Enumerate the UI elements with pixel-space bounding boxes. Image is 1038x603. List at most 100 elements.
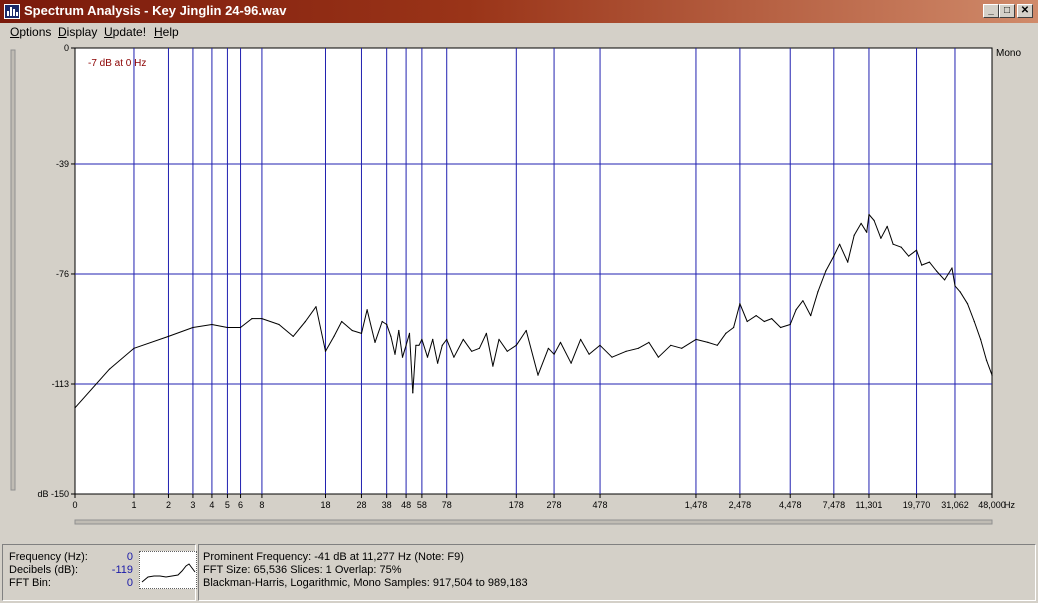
spectrum-point <box>739 303 741 305</box>
x-tick-label: 31,062 <box>941 500 969 510</box>
vertical-zoom-slider[interactable] <box>10 49 16 491</box>
spectrum-point <box>771 318 773 320</box>
spectrum-app-icon[interactable] <box>4 4 20 19</box>
spectrum-point <box>390 335 392 337</box>
spectrum-point <box>478 347 480 349</box>
spectrum-point <box>211 323 213 326</box>
x-tick-label: 2 <box>166 500 171 510</box>
spectrum-point <box>485 332 487 334</box>
spectrum-point <box>415 344 417 346</box>
spectrum-point <box>304 320 306 323</box>
window-title: Spectrum Analysis - Key Jinglin 24-96.wa… <box>24 3 287 18</box>
x-tick-label: 19,770 <box>903 500 931 510</box>
spectrum-point <box>763 320 765 323</box>
spectrum-point <box>868 213 870 216</box>
spectrum-point <box>492 365 494 367</box>
spectrum-point <box>908 255 910 257</box>
spectrum-point <box>360 332 363 334</box>
spectrum-point <box>900 246 902 248</box>
spectrum-point <box>446 338 448 340</box>
spectrum-point <box>386 323 388 326</box>
menu-update[interactable]: Update! <box>104 25 146 39</box>
spectrum-point <box>553 353 555 355</box>
spectrum-point <box>333 335 335 337</box>
horizontal-scroll-track[interactable] <box>74 519 993 525</box>
x-tick-label: 58 <box>417 500 427 510</box>
spectrum-point <box>588 353 590 355</box>
spectrum-point <box>915 249 918 251</box>
spectrum-point <box>825 270 827 272</box>
spectrum-point <box>880 237 882 239</box>
spectrum-point <box>637 347 639 349</box>
spectrum-point <box>921 264 923 266</box>
fft-bin-label: FFT Bin: <box>9 577 51 589</box>
spectrum-point <box>453 356 455 358</box>
x-tick-label: 3 <box>190 500 195 510</box>
x-tick-label: 8 <box>259 500 264 510</box>
spectrum-point <box>394 353 396 355</box>
spectrum-point <box>506 350 508 352</box>
spectrum-point <box>746 320 748 323</box>
title-bar: Spectrum Analysis - Key Jinglin 24-96.wa… <box>0 0 1038 23</box>
spectrum-point <box>966 303 969 305</box>
x-tick-label: 48 <box>401 500 411 510</box>
y-tick-label: -39 <box>56 159 69 169</box>
spectrum-point <box>366 309 368 311</box>
plot-background <box>74 47 993 495</box>
spectrum-point <box>441 344 443 346</box>
frequency-label: Frequency (Hz): <box>9 551 88 563</box>
spectrum-point <box>802 300 804 302</box>
spectrum-point <box>853 234 855 236</box>
spectrum-point <box>670 344 672 346</box>
spectrum-point <box>657 356 660 358</box>
spectrum-plot-area: 0 -39 -76 -113 dB -150 0 1 2 3 4 5 6 8 18 28 38 48 58 78 17… <box>0 42 1038 540</box>
spectrum-point <box>954 285 956 287</box>
spectrum-point <box>817 291 819 293</box>
spectrum-chart[interactable]: 0-39-76-113dB -1500 1 2 3 4 5 6 8 18 28 38 48 58 78 17… <box>0 42 1038 540</box>
spectrum-point <box>928 261 931 263</box>
spectrum-point <box>74 407 76 409</box>
spectrum-point <box>973 320 975 323</box>
spectrum-point <box>886 225 888 227</box>
mini-spectrum-thumbnail <box>139 551 197 589</box>
x-tick-label: 18 <box>320 500 330 510</box>
spectrum-point <box>980 338 982 340</box>
spectrum-point <box>498 338 500 340</box>
x-tick-label: 178 <box>509 500 524 510</box>
spectrum-point <box>755 315 757 317</box>
spectrum-point <box>991 374 993 376</box>
spectrum-point <box>525 329 527 332</box>
x-tick-label: 7,478 <box>823 500 846 510</box>
spectrum-point <box>580 338 582 340</box>
minimize-button[interactable]: _ <box>983 4 999 18</box>
spectrum-point <box>471 350 473 352</box>
spectrum-point <box>789 323 791 326</box>
spectrum-point <box>570 362 572 364</box>
spectrum-point <box>418 344 420 346</box>
maximize-button[interactable]: □ <box>999 4 1015 18</box>
x-axis-unit-label: Hz <box>1004 500 1015 510</box>
spectrum-point <box>681 347 683 349</box>
spectrum-point <box>707 341 709 343</box>
spectrum-point <box>426 356 429 358</box>
spectrum-point <box>959 291 961 293</box>
menu-display[interactable]: Display <box>58 25 97 39</box>
x-tick-label: 4,478 <box>779 500 802 510</box>
spectrum-point <box>408 332 411 334</box>
fft-info-text: FFT Size: 65,536 Slices: 1 Overlap: 75% <box>203 564 402 576</box>
spectrum-point <box>374 341 376 343</box>
spectrum-point <box>515 344 517 346</box>
menu-options[interactable]: Options <box>10 25 51 39</box>
spectrum-point <box>401 356 404 358</box>
spectrum-point <box>733 326 735 329</box>
prominent-frequency-text: Prominent Frequency: -41 dB at 11,277 Hz… <box>203 551 464 563</box>
frequency-value: 0 <box>126 551 133 563</box>
fft-bin-value: 0 <box>126 577 133 589</box>
spectrum-point <box>432 338 434 340</box>
x-tick-label: 2,478 <box>729 500 752 510</box>
window-info-text: Blackman-Harris, Logarithmic, Mono Sampl… <box>203 577 528 589</box>
close-button[interactable]: ✕ <box>1017 4 1033 18</box>
spectrum-point <box>847 261 849 263</box>
menu-help[interactable]: Help <box>154 25 179 39</box>
spectrum-point <box>192 326 194 329</box>
